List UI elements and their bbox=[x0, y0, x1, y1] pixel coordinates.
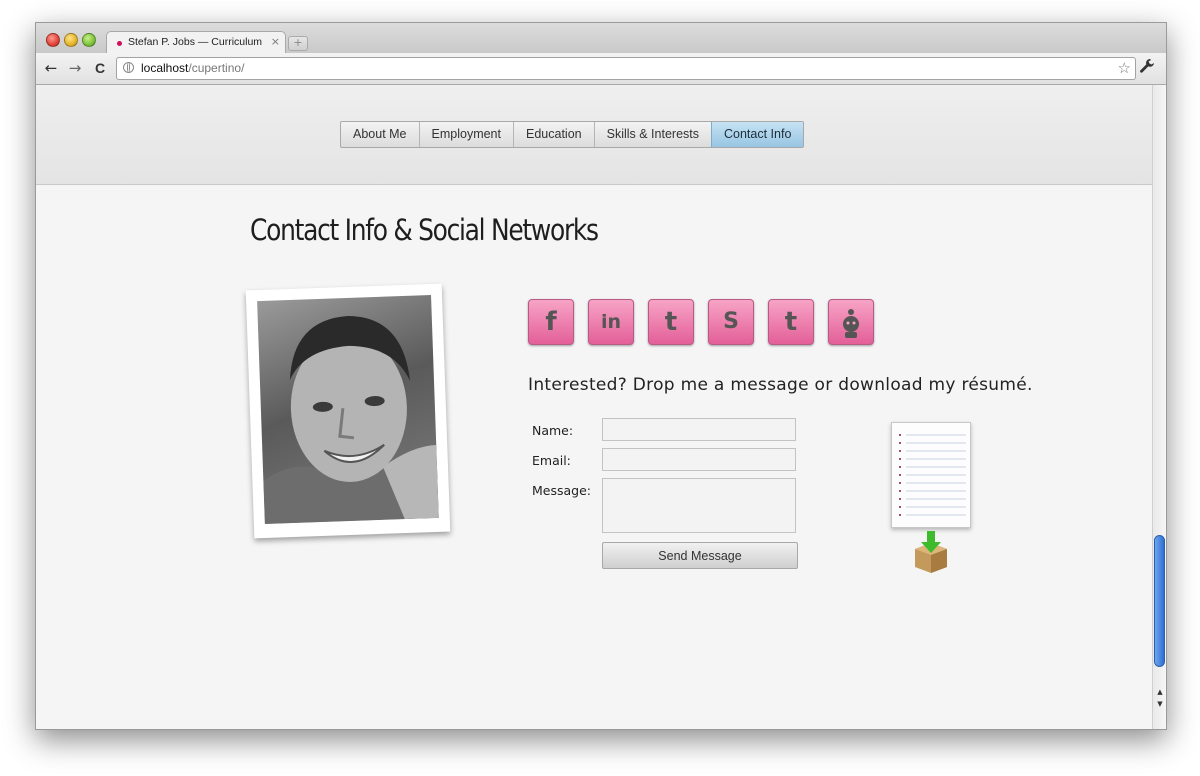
url-path: /cupertino/ bbox=[188, 61, 245, 75]
page-header: About Me Employment Education Skills & I… bbox=[36, 85, 1152, 185]
minimize-window-button[interactable] bbox=[64, 33, 78, 47]
skype-icon[interactable]: S bbox=[708, 299, 754, 345]
favicon-icon bbox=[117, 41, 122, 46]
name-label: Name: bbox=[532, 423, 574, 438]
profile-photo bbox=[257, 295, 439, 524]
globe-icon bbox=[123, 62, 134, 73]
main-nav: About Me Employment Education Skills & I… bbox=[340, 121, 805, 148]
twitter-icon[interactable]: t bbox=[648, 299, 694, 345]
browser-tab[interactable]: Stefan P. Jobs — Curriculum × bbox=[106, 31, 286, 54]
close-window-button[interactable] bbox=[46, 33, 60, 47]
profile-photo-frame bbox=[245, 283, 451, 539]
browser-window: Stefan P. Jobs — Curriculum × + ← → C lo… bbox=[35, 22, 1167, 730]
download-resume-icon[interactable] bbox=[912, 531, 950, 573]
back-button[interactable]: ← bbox=[42, 59, 60, 77]
nav-employment[interactable]: Employment bbox=[418, 122, 513, 147]
url-host: localhost bbox=[141, 61, 189, 75]
tumblr-icon[interactable]: t bbox=[768, 299, 814, 345]
address-bar[interactable]: localhost/cupertino/ ☆ bbox=[116, 57, 1136, 80]
email-input[interactable] bbox=[602, 448, 796, 471]
name-input[interactable] bbox=[602, 418, 796, 441]
nav-contact-info[interactable]: Contact Info bbox=[711, 122, 804, 147]
reload-button[interactable]: C bbox=[91, 59, 109, 77]
send-message-button[interactable]: Send Message bbox=[602, 542, 798, 569]
tab-strip: Stefan P. Jobs — Curriculum × + bbox=[36, 23, 1166, 54]
contact-tagline: Interested? Drop me a message or downloa… bbox=[528, 375, 1033, 395]
wrench-icon[interactable] bbox=[1139, 58, 1155, 78]
facebook-icon[interactable]: f bbox=[528, 299, 574, 345]
page-title: Contact Info & Social Networks bbox=[250, 213, 599, 247]
bookmark-star-icon[interactable]: ☆ bbox=[1118, 59, 1131, 77]
forward-button[interactable]: → bbox=[66, 59, 84, 77]
reddit-icon[interactable] bbox=[828, 299, 874, 345]
tab-title: Stefan P. Jobs — Curriculum bbox=[128, 36, 263, 48]
zoom-window-button[interactable] bbox=[82, 33, 96, 47]
message-textarea[interactable] bbox=[602, 478, 796, 533]
message-label: Message: bbox=[532, 483, 591, 498]
resume-document-icon[interactable] bbox=[891, 422, 971, 528]
page-viewport: About Me Employment Education Skills & I… bbox=[36, 85, 1152, 729]
scrollbar-thumb[interactable] bbox=[1154, 535, 1165, 667]
tab-close-icon[interactable]: × bbox=[271, 35, 280, 48]
scroll-up-arrow-icon[interactable]: ▲ bbox=[1154, 687, 1166, 697]
scroll-down-arrow-icon[interactable]: ▼ bbox=[1154, 699, 1166, 709]
browser-toolbar: ← → C localhost/cupertino/ ☆ bbox=[36, 53, 1166, 85]
nav-about-me[interactable]: About Me bbox=[341, 122, 419, 147]
vertical-scrollbar[interactable]: ▲ ▼ bbox=[1152, 85, 1166, 729]
new-tab-button[interactable]: + bbox=[288, 36, 308, 51]
linkedin-icon[interactable]: in bbox=[588, 299, 634, 345]
nav-education[interactable]: Education bbox=[513, 122, 594, 147]
url-text: localhost/cupertino/ bbox=[141, 61, 244, 75]
email-label: Email: bbox=[532, 453, 571, 468]
nav-skills-interests[interactable]: Skills & Interests bbox=[593, 122, 711, 147]
